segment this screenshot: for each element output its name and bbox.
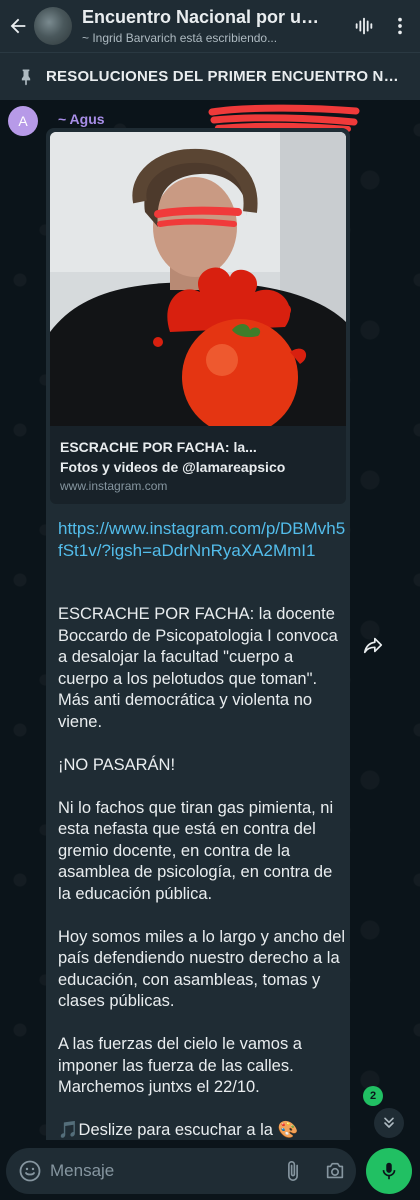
group-avatar[interactable]: [34, 7, 72, 45]
unread-count-badge: 2: [363, 1086, 383, 1106]
back-arrow-icon: [10, 18, 26, 34]
typing-status: ~ Ingrid Barvarich está escribiendo...: [82, 31, 278, 45]
voice-message-button[interactable]: [366, 1148, 412, 1194]
emoji-button[interactable]: [10, 1159, 50, 1183]
sender-name[interactable]: ~ Agus: [58, 111, 105, 127]
paperclip-icon: [288, 1161, 298, 1181]
pinned-message-bar[interactable]: RESOLUCIONES DEL PRIMER ENCUENTRO NAC...: [0, 52, 420, 100]
message-paragraph: 🎵Deslize para escuchar a la 🎨: [58, 1121, 299, 1139]
message-input[interactable]: [50, 1161, 272, 1181]
link-preview-title: ESCRACHE POR FACHA: la... Fotos y videos…: [60, 437, 340, 477]
chat-header: Encuentro Nacional por un E... ~ Ingrid …: [0, 0, 420, 52]
link-preview-title-line1: ESCRACHE POR FACHA: la...: [60, 439, 257, 455]
more-options-button[interactable]: [382, 0, 418, 52]
voice-chat-button[interactable]: [346, 0, 382, 52]
camera-icon: [326, 1162, 344, 1179]
microphone-icon: [382, 1162, 396, 1180]
link-preview-domain: www.instagram.com: [60, 479, 168, 493]
message-paragraph: A las fuerzas del cielo le vamos a impon…: [58, 1035, 302, 1096]
attach-button[interactable]: [272, 1160, 314, 1182]
chat-title: Encuentro Nacional por un E...: [82, 7, 322, 27]
message-paragraph: ESCRACHE POR FACHA: la docente Boccardo …: [58, 605, 338, 731]
message-input-box[interactable]: [6, 1148, 356, 1194]
message-paragraph: ¡NO PASARÁN!: [58, 755, 176, 774]
emoji-icon: [19, 1160, 41, 1182]
scroll-to-bottom-button[interactable]: [374, 1108, 404, 1138]
more-vert-icon: [398, 17, 402, 35]
voice-chat-icon: [355, 17, 373, 35]
sender-avatar[interactable]: A: [8, 106, 38, 136]
message-link[interactable]: https://www.instagram.com/p/DBMvh5fSt1v/…: [58, 518, 348, 562]
composer-bar: [0, 1140, 420, 1200]
link-preview-card[interactable]: ESCRACHE POR FACHA: la... Fotos y videos…: [50, 132, 346, 504]
pin-icon: [6, 67, 46, 87]
pinned-message-text: RESOLUCIONES DEL PRIMER ENCUENTRO NAC...: [46, 68, 406, 85]
message-paragraph: Hoy somos miles a lo largo y ancho del p…: [58, 927, 346, 1011]
chat-title-block[interactable]: Encuentro Nacional por un E... ~ Ingrid …: [82, 7, 322, 45]
double-chevron-down-icon: [384, 1117, 394, 1128]
camera-button[interactable]: [314, 1160, 356, 1182]
message-bubble[interactable]: ESCRACHE POR FACHA: la... Fotos y videos…: [46, 128, 350, 1168]
forward-button[interactable]: [358, 630, 388, 660]
link-preview-title-line2: Fotos y videos de @lamareapsico: [60, 459, 286, 475]
message-text: ESCRACHE POR FACHA: la docente Boccardo …: [58, 604, 348, 1163]
back-button[interactable]: [4, 0, 32, 52]
message-paragraph: Ni lo fachos que tiran gas pimienta, ni …: [58, 798, 334, 903]
link-preview-image: [50, 132, 346, 426]
forward-icon: [363, 637, 383, 654]
